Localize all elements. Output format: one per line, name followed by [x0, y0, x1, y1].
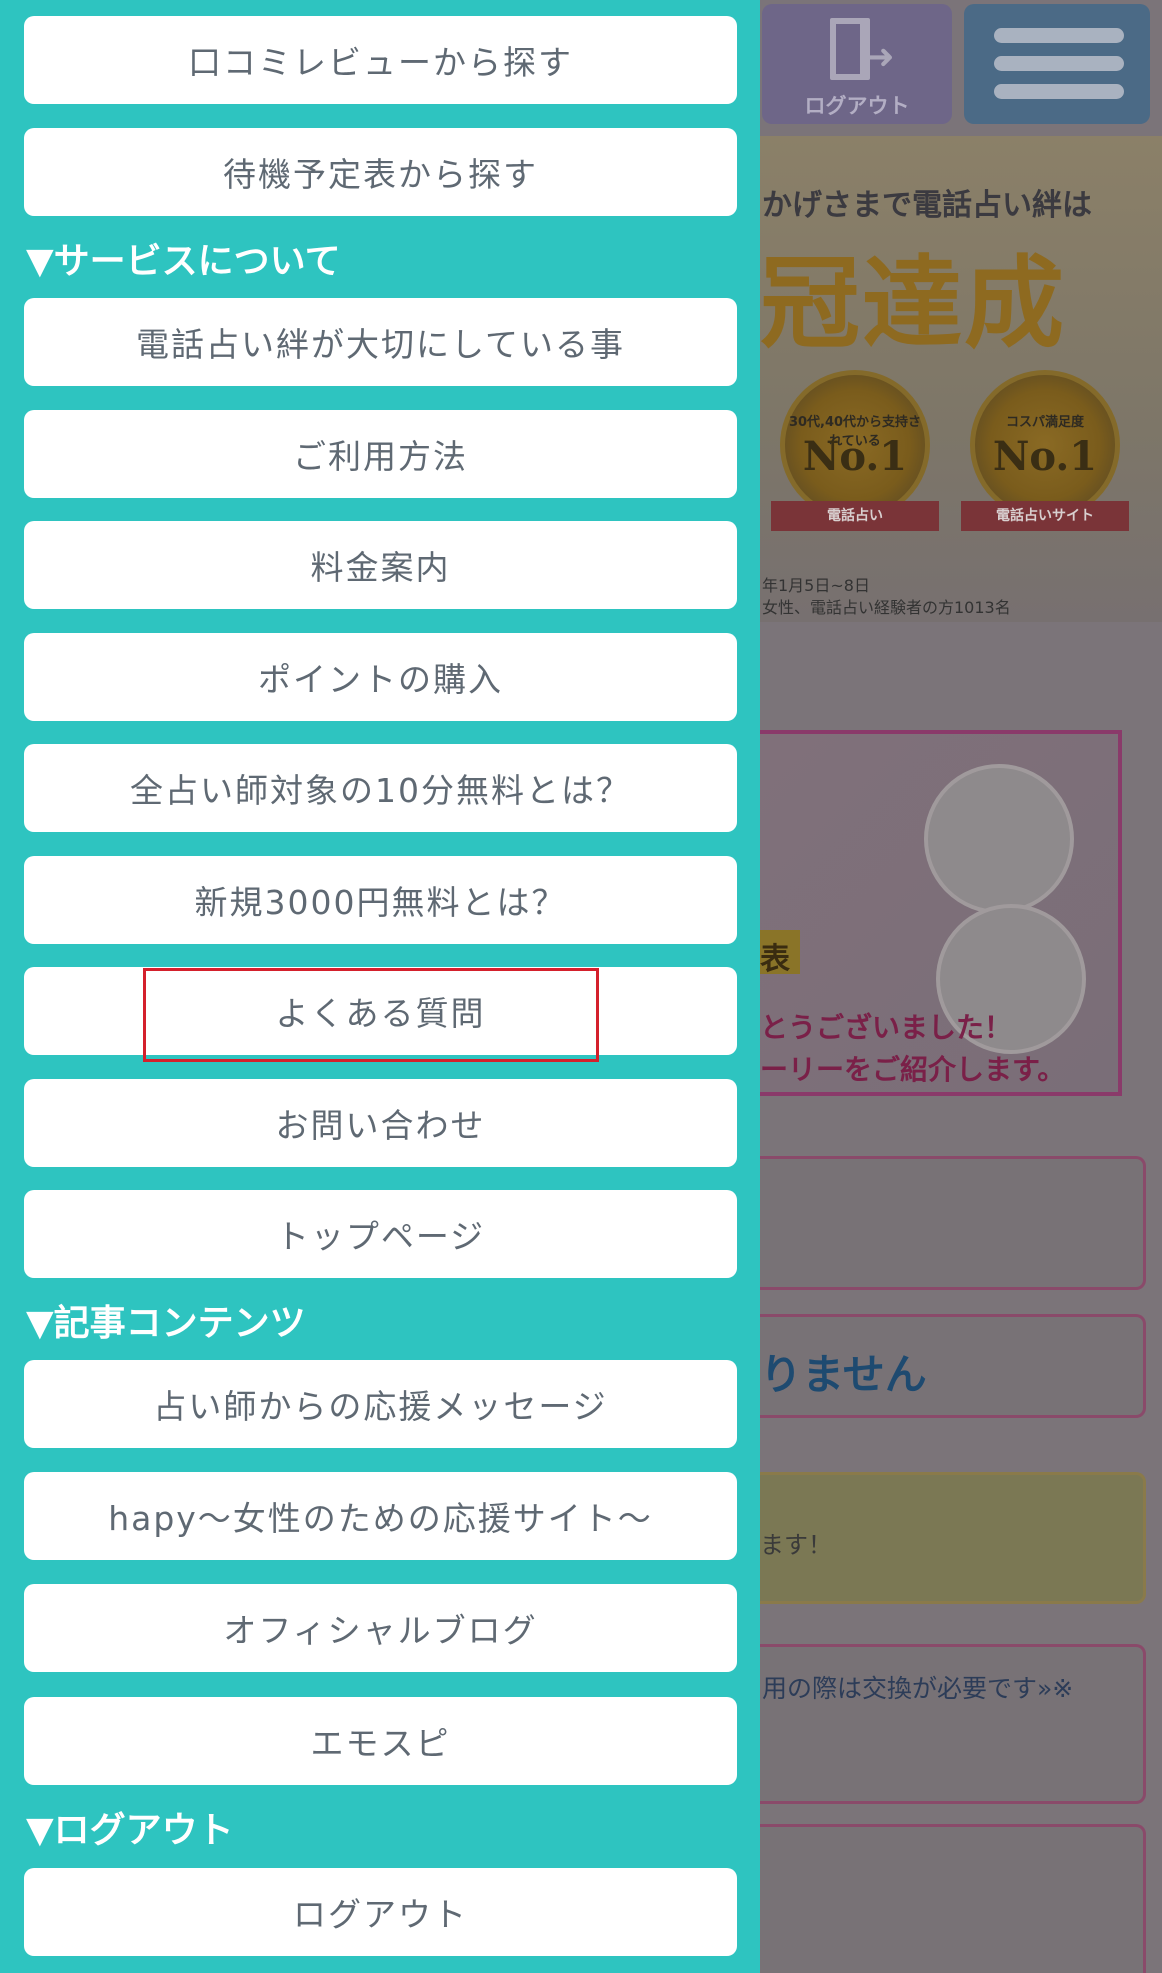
- menu-item-buy-points[interactable]: ポイントの購入: [24, 633, 737, 721]
- box-text: ます！: [760, 1531, 832, 1559]
- section-heading-service: ▼サービスについて: [26, 241, 341, 282]
- menu-item-schedule[interactable]: 待機予定表から探す: [24, 128, 737, 216]
- menu-item-3000yen-free[interactable]: 新規3000円無料とは？: [24, 856, 737, 944]
- menu-item-hapy[interactable]: hapy～女性のための応援サイト～: [24, 1472, 737, 1560]
- menu-item-top-page[interactable]: トップページ: [24, 1190, 737, 1278]
- medal-ribbon: 電話占い: [771, 501, 939, 531]
- medal-caption: コスパ満足度: [1005, 415, 1084, 430]
- side-drawer-menu: 口コミレビューから探す 待機予定表から探す ▼サービスについて 電話占い絆が大切…: [0, 0, 760, 1973]
- box-text: 用の際は交換が必要です»※: [762, 1674, 1074, 1703]
- banner-text: とうございました！: [760, 1011, 1013, 1044]
- menu-item-10min-free[interactable]: 全占い師対象の10分無料とは？: [24, 744, 737, 832]
- hamburger-icon-bar: [994, 84, 1124, 99]
- medal-badge: コスパ満足度 No.1 電話占いサイト: [961, 370, 1129, 531]
- header-logout-button[interactable]: ➜ ログアウト: [762, 4, 952, 124]
- section-heading-articles: ▼記事コンテンツ: [26, 1303, 306, 1344]
- ranking-banner[interactable]: かげさまで電話占い絆は 冠達成 30代,40代から支持されている No.1 電話…: [760, 136, 1162, 622]
- banner-subtitle: かげさまで電話占い絆は: [762, 188, 1092, 223]
- arrow-right-icon: ➜: [866, 37, 895, 77]
- menu-item-pricing[interactable]: 料金案内: [24, 521, 737, 609]
- menu-item-official-blog[interactable]: オフィシャルブログ: [24, 1584, 737, 1672]
- banner-headline: 冠達成: [760, 244, 1066, 362]
- menu-item-reviews[interactable]: 口コミレビューから探す: [24, 16, 737, 104]
- content-box: [760, 1824, 1146, 1973]
- menu-item-contact[interactable]: お問い合わせ: [24, 1079, 737, 1167]
- medal-rank: No.1: [992, 433, 1098, 480]
- menu-item-logout[interactable]: ログアウト: [24, 1868, 737, 1956]
- hamburger-menu-button[interactable]: [964, 4, 1150, 124]
- couple-photo: [924, 764, 1074, 914]
- content-box: 用の際は交換が必要です»※: [760, 1644, 1146, 1804]
- hamburger-icon: [994, 28, 1124, 43]
- banner-text: ーリーをご紹介します。: [760, 1053, 1066, 1086]
- background-page: ➜ ログアウト かげさまで電話占い絆は 冠達成 30代,40代から支持されている…: [760, 0, 1162, 1973]
- menu-item-how-to-use[interactable]: ご利用方法: [24, 410, 737, 498]
- gold-ribbon-label: 表: [760, 942, 790, 977]
- menu-item-faq[interactable]: よくある質問: [24, 967, 737, 1055]
- section-heading-logout: ▼ログアウト: [26, 1810, 234, 1851]
- door-exit-icon: [830, 18, 870, 80]
- hamburger-icon-bar: [994, 56, 1124, 71]
- menu-item-support-messages[interactable]: 占い師からの応援メッセージ: [24, 1360, 737, 1448]
- menu-item-values[interactable]: 電話占い絆が大切にしている事: [24, 298, 737, 386]
- content-box: [760, 1156, 1146, 1290]
- box-text: りません: [760, 1350, 927, 1399]
- medal-ribbon: 電話占いサイト: [961, 501, 1129, 531]
- banner-note: 女性、電話占い経験者の方1013名: [762, 598, 1011, 617]
- content-box: りません: [760, 1314, 1146, 1418]
- medal-badge: 30代,40代から支持されている No.1 電話占い: [771, 370, 939, 531]
- notice-box: ます！: [760, 1472, 1146, 1604]
- story-banner[interactable]: 表 とうございました！ ーリーをご紹介します。: [760, 730, 1122, 1096]
- medal-rank: No.1: [802, 433, 908, 480]
- header-logout-label: ログアウト: [804, 94, 910, 118]
- banner-note: 年1月5日~8日: [762, 576, 870, 595]
- menu-item-emosupi[interactable]: エモスピ: [24, 1697, 737, 1785]
